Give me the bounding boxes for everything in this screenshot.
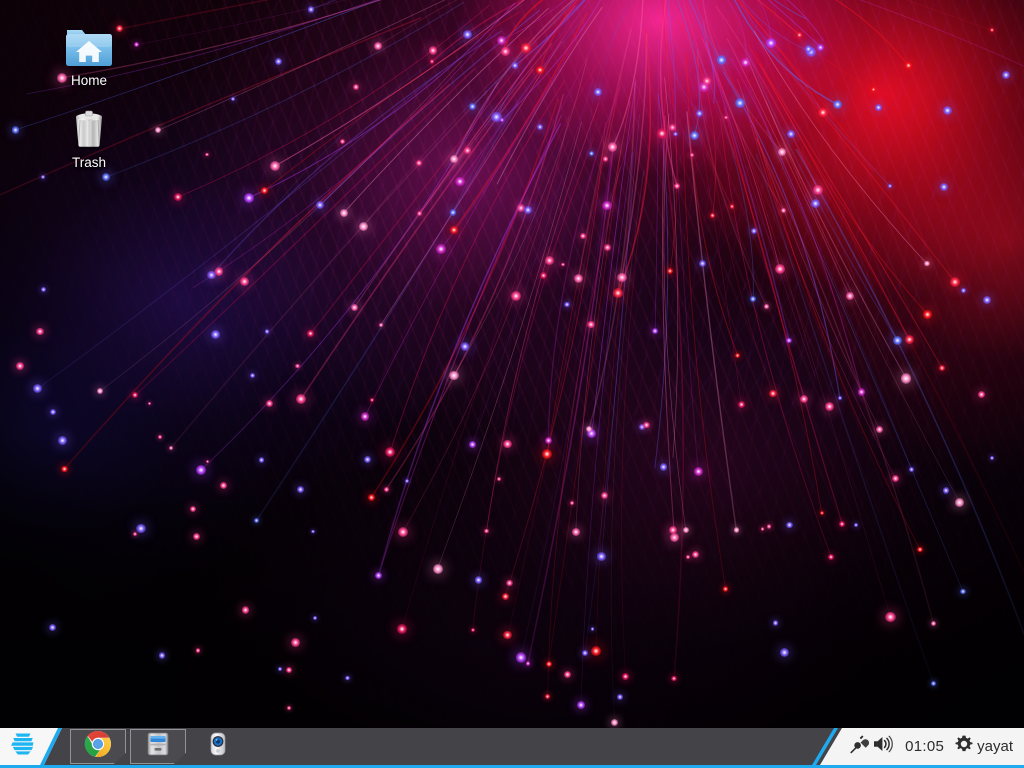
- start-menu-button[interactable]: [0, 728, 62, 765]
- volume-tray-button[interactable]: [871, 728, 895, 765]
- launcher-webcam[interactable]: [190, 729, 246, 764]
- webcam-icon: [205, 730, 231, 763]
- gear-icon: [954, 734, 974, 759]
- trash-can-icon: [44, 100, 134, 152]
- settings-tray-button[interactable]: [948, 728, 974, 765]
- desktop-icon-label: Trash: [71, 155, 106, 170]
- desktop-icon-trash[interactable]: Trash: [44, 100, 134, 171]
- plug-icon: [847, 732, 871, 761]
- launcher-file-manager[interactable]: [130, 729, 186, 764]
- taskbar: 01:05 yayat: [0, 728, 1024, 768]
- network-tray-button[interactable]: [847, 728, 871, 765]
- clock[interactable]: 01:05: [895, 738, 948, 755]
- system-tray: 01:05 yayat: [820, 728, 1024, 765]
- launcher-chrome[interactable]: [70, 729, 126, 764]
- user-name-label[interactable]: yayat: [974, 738, 1013, 755]
- home-folder-icon: [44, 18, 134, 70]
- wallpaper-glow-dots: [0, 0, 1024, 768]
- file-manager-icon: [144, 730, 172, 763]
- desktop-icon-label: Home: [70, 73, 107, 88]
- desktop-icon-home[interactable]: Home: [44, 18, 134, 89]
- speaker-icon: [871, 732, 895, 761]
- desktop[interactable]: Home Trash: [0, 0, 1024, 768]
- chrome-icon: [84, 730, 112, 763]
- zorin-logo-icon: [7, 728, 39, 765]
